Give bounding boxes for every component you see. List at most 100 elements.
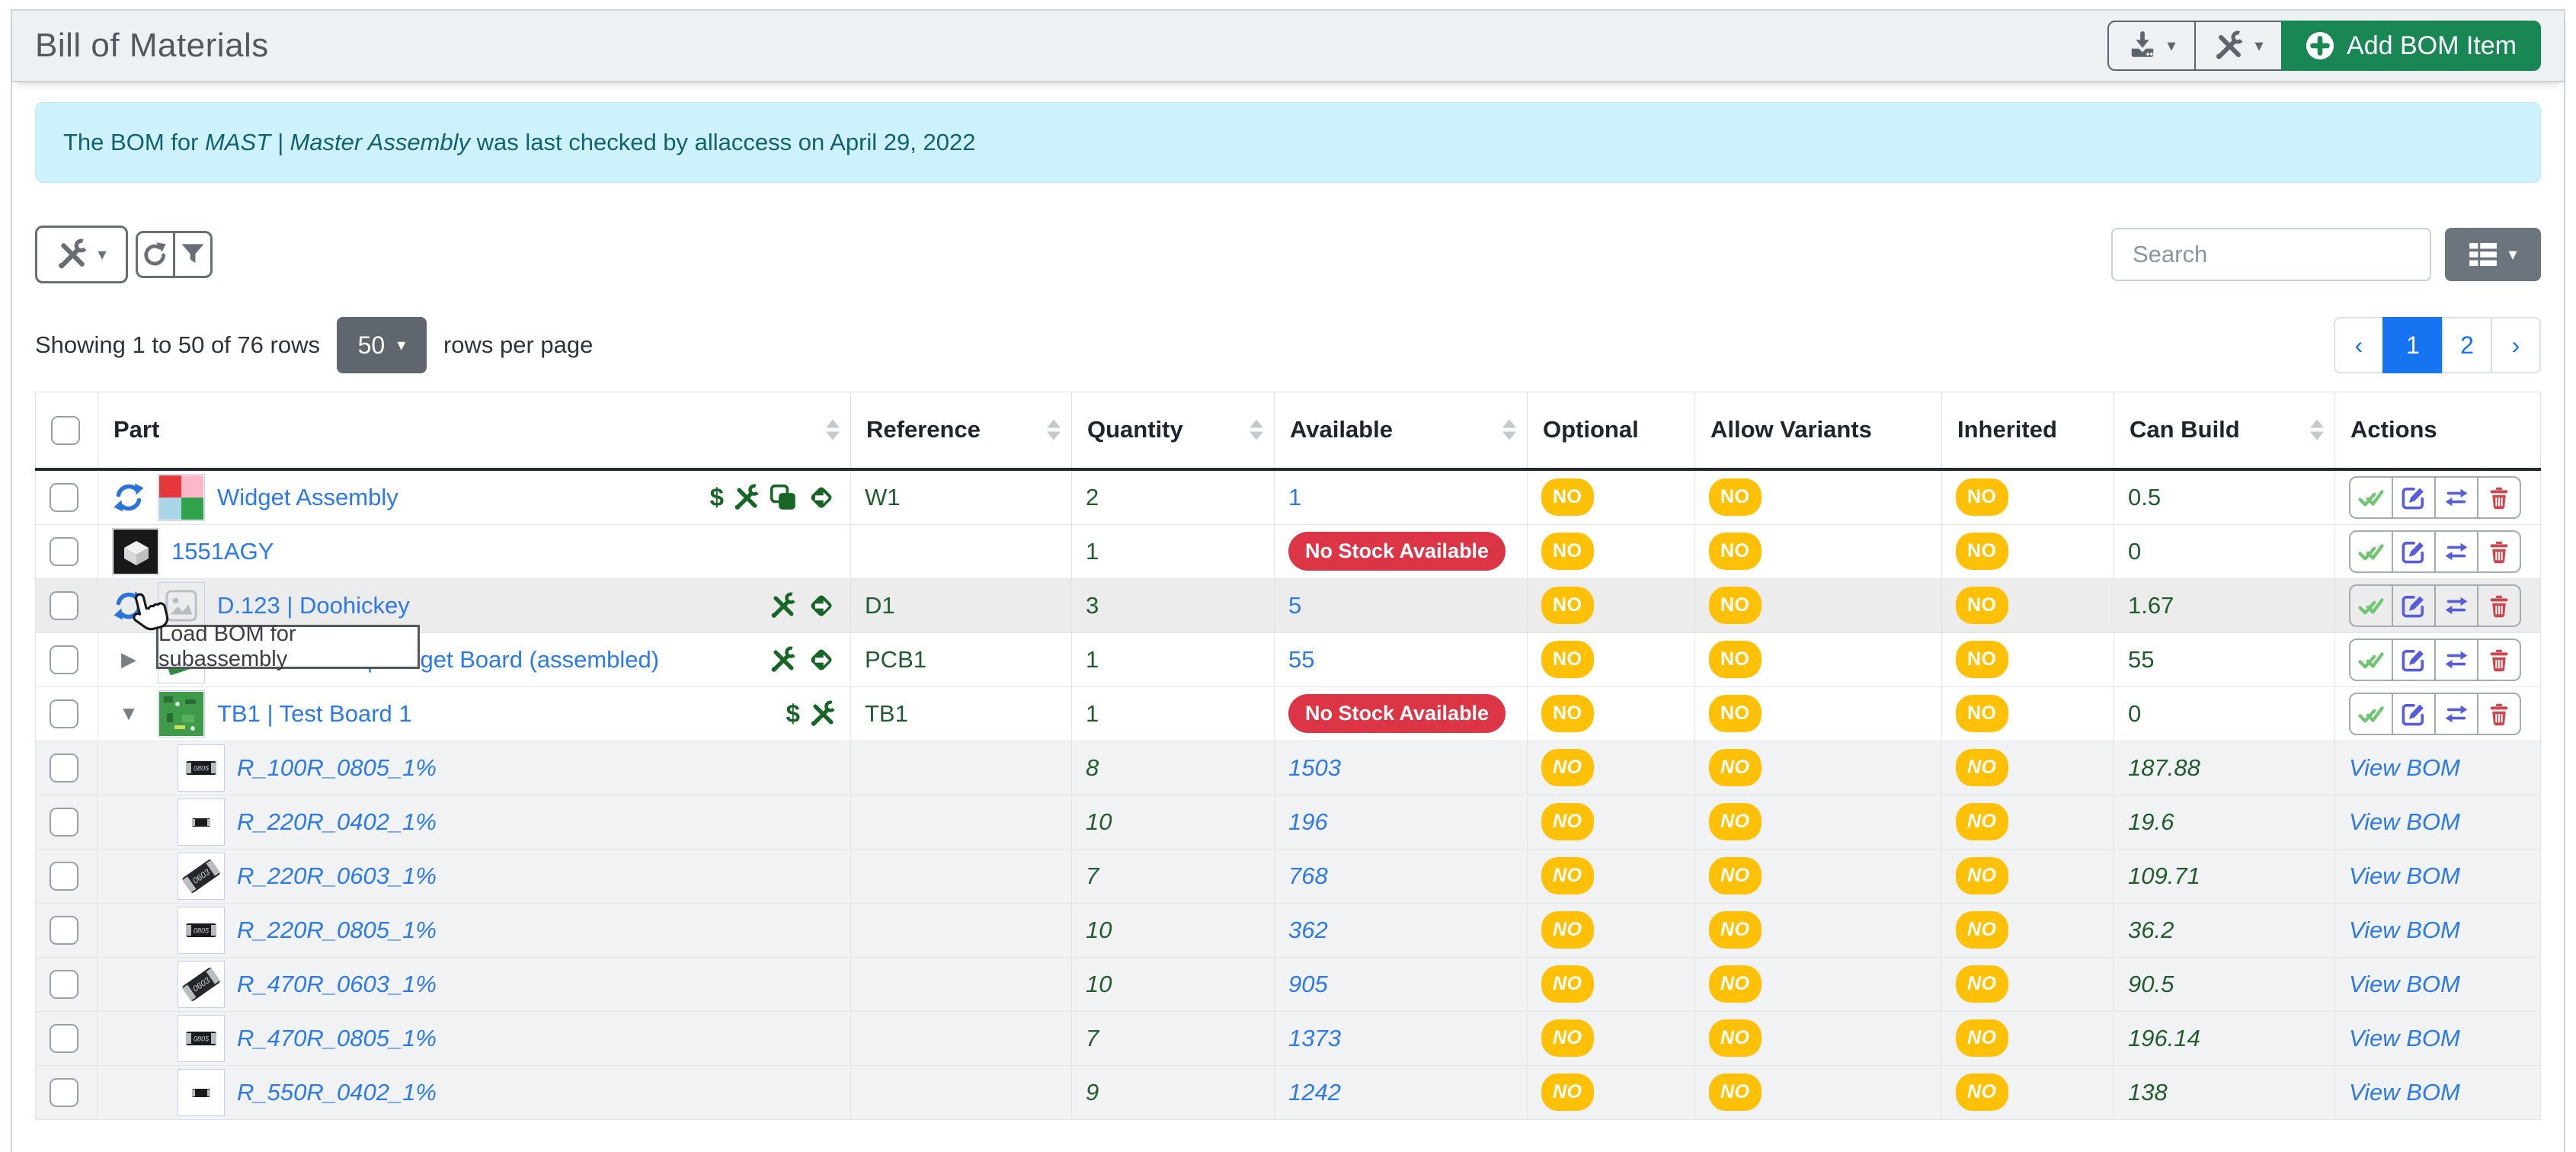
part-attribute-icons: [762, 590, 837, 621]
part-thumbnail[interactable]: [178, 1069, 225, 1116]
row-checkbox[interactable]: [50, 1078, 78, 1107]
part-link[interactable]: R_100R_0805_1%: [237, 754, 437, 782]
delete-bom-item-button[interactable]: [2477, 693, 2521, 735]
part-thumbnail[interactable]: 0805: [178, 907, 225, 954]
validate-bom-item-button[interactable]: [2349, 476, 2393, 519]
reload-table-button[interactable]: [136, 231, 175, 278]
search-input[interactable]: [2111, 228, 2431, 281]
substitutes-button[interactable]: [2434, 693, 2478, 735]
view-bom-link[interactable]: View BOM: [2349, 917, 2460, 943]
validate-bom-item-button[interactable]: [2349, 693, 2393, 735]
bom-actions-button[interactable]: ▾: [2194, 21, 2283, 71]
pagination-next[interactable]: ›: [2491, 317, 2541, 373]
available-stock-link[interactable]: 362: [1288, 917, 1328, 943]
column-header-reference[interactable]: Reference: [851, 392, 1072, 469]
row-checkbox[interactable]: [50, 862, 78, 891]
row-checkbox[interactable]: [50, 808, 78, 837]
part-link[interactable]: TB1 | Test Board 1: [217, 700, 412, 728]
part-thumbnail[interactable]: [112, 528, 159, 575]
quantity-cell: 10: [1072, 795, 1275, 849]
view-bom-link[interactable]: View BOM: [2349, 971, 2460, 997]
part-thumbnail[interactable]: 0805: [178, 1015, 225, 1062]
optional-badge: NO: [1541, 533, 1594, 570]
view-bom-link[interactable]: View BOM: [2349, 754, 2460, 781]
svg-text:0805: 0805: [194, 764, 210, 772]
part-attribute-icons: $: [779, 699, 837, 728]
row-checkbox[interactable]: [50, 699, 78, 728]
substitutes-button[interactable]: [2434, 476, 2478, 519]
part-thumbnail[interactable]: [158, 474, 205, 521]
available-stock-link[interactable]: 1: [1288, 484, 1301, 510]
validate-bom-item-button[interactable]: [2349, 638, 2393, 681]
part-thumbnail[interactable]: [178, 798, 225, 846]
validate-bom-item-button[interactable]: [2349, 584, 2393, 627]
row-checkbox[interactable]: [50, 916, 78, 945]
part-link[interactable]: 1551AGY: [171, 538, 274, 565]
row-checkbox[interactable]: [50, 645, 78, 674]
export-bom-button[interactable]: ▾: [2107, 21, 2196, 71]
edit-bom-item-button[interactable]: [2392, 476, 2436, 519]
part-link[interactable]: R_550R_0402_1%: [237, 1079, 437, 1106]
available-stock-link[interactable]: 196: [1288, 808, 1328, 835]
view-bom-link[interactable]: View BOM: [2349, 808, 2460, 835]
row-checkbox[interactable]: [50, 1024, 78, 1053]
columns-dropdown-button[interactable]: ▾: [2445, 228, 2541, 281]
part-link[interactable]: R_220R_0603_1%: [237, 862, 437, 890]
part-link[interactable]: D.123 | Doohickey: [217, 592, 410, 619]
substitutes-button[interactable]: [2434, 638, 2478, 681]
available-stock-link[interactable]: 768: [1288, 862, 1328, 889]
column-header-available[interactable]: Available: [1275, 392, 1528, 469]
part-link[interactable]: Widget Assembly: [217, 484, 398, 511]
column-header-can-build[interactable]: Can Build: [2114, 392, 2335, 469]
column-header-quantity[interactable]: Quantity: [1072, 392, 1275, 469]
inherited-badge: NO: [1956, 478, 2008, 516]
validate-bom-item-button[interactable]: [2349, 530, 2393, 573]
row-checkbox[interactable]: [50, 754, 78, 782]
column-header-part[interactable]: Part: [98, 392, 851, 469]
delete-bom-item-button[interactable]: [2477, 638, 2521, 681]
row-checkbox[interactable]: [50, 483, 78, 512]
add-bom-item-button[interactable]: Add BOM Item: [2281, 21, 2541, 71]
substitutes-button[interactable]: [2434, 584, 2478, 627]
part-thumbnail[interactable]: 0603: [178, 853, 225, 900]
bom-tools-dropdown[interactable]: ▾: [35, 226, 128, 283]
delete-bom-item-button[interactable]: [2477, 530, 2521, 573]
view-bom-link[interactable]: View BOM: [2349, 1025, 2460, 1051]
edit-bom-item-button[interactable]: [2392, 693, 2436, 735]
load-bom-icon[interactable]: [114, 482, 144, 513]
available-stock-link[interactable]: 905: [1288, 971, 1328, 997]
expand-caret-icon[interactable]: ▶: [121, 648, 136, 671]
view-bom-link[interactable]: View BOM: [2349, 862, 2460, 889]
available-stock-link[interactable]: 55: [1288, 646, 1314, 673]
part-link[interactable]: R_470R_0805_1%: [237, 1025, 437, 1052]
page-size-dropdown[interactable]: 50 ▾: [337, 317, 427, 373]
row-checkbox[interactable]: [50, 591, 78, 620]
select-all-checkbox[interactable]: [51, 416, 80, 445]
available-stock-link[interactable]: 1373: [1288, 1025, 1341, 1051]
row-checkbox[interactable]: [50, 537, 78, 566]
part-thumbnail[interactable]: 0805: [178, 744, 225, 792]
optional-badge: NO: [1541, 803, 1594, 840]
available-stock-link[interactable]: 1242: [1288, 1079, 1341, 1106]
edit-bom-item-button[interactable]: [2392, 530, 2436, 573]
part-thumbnail[interactable]: 0603: [178, 961, 225, 1008]
delete-bom-item-button[interactable]: [2477, 476, 2521, 519]
reference-cell: [851, 1065, 1072, 1119]
row-checkbox[interactable]: [50, 970, 78, 999]
substitutes-button[interactable]: [2434, 530, 2478, 573]
pagination-page-1[interactable]: 1: [2382, 317, 2443, 373]
pagination-page-2[interactable]: 2: [2442, 317, 2492, 373]
collapse-caret-icon[interactable]: ▼: [119, 702, 139, 725]
part-link[interactable]: R_470R_0603_1%: [237, 971, 437, 998]
part-link[interactable]: R_220R_0402_1%: [237, 808, 437, 836]
part-thumbnail[interactable]: [158, 690, 205, 738]
filter-button[interactable]: [173, 231, 213, 278]
delete-bom-item-button[interactable]: [2477, 584, 2521, 627]
available-stock-link[interactable]: 1503: [1288, 754, 1341, 781]
edit-bom-item-button[interactable]: [2392, 584, 2436, 627]
view-bom-link[interactable]: View BOM: [2349, 1079, 2460, 1106]
edit-bom-item-button[interactable]: [2392, 638, 2436, 681]
available-stock-link[interactable]: 5: [1288, 592, 1301, 619]
pagination-prev[interactable]: ‹: [2334, 317, 2384, 373]
part-link[interactable]: R_220R_0805_1%: [237, 917, 437, 944]
